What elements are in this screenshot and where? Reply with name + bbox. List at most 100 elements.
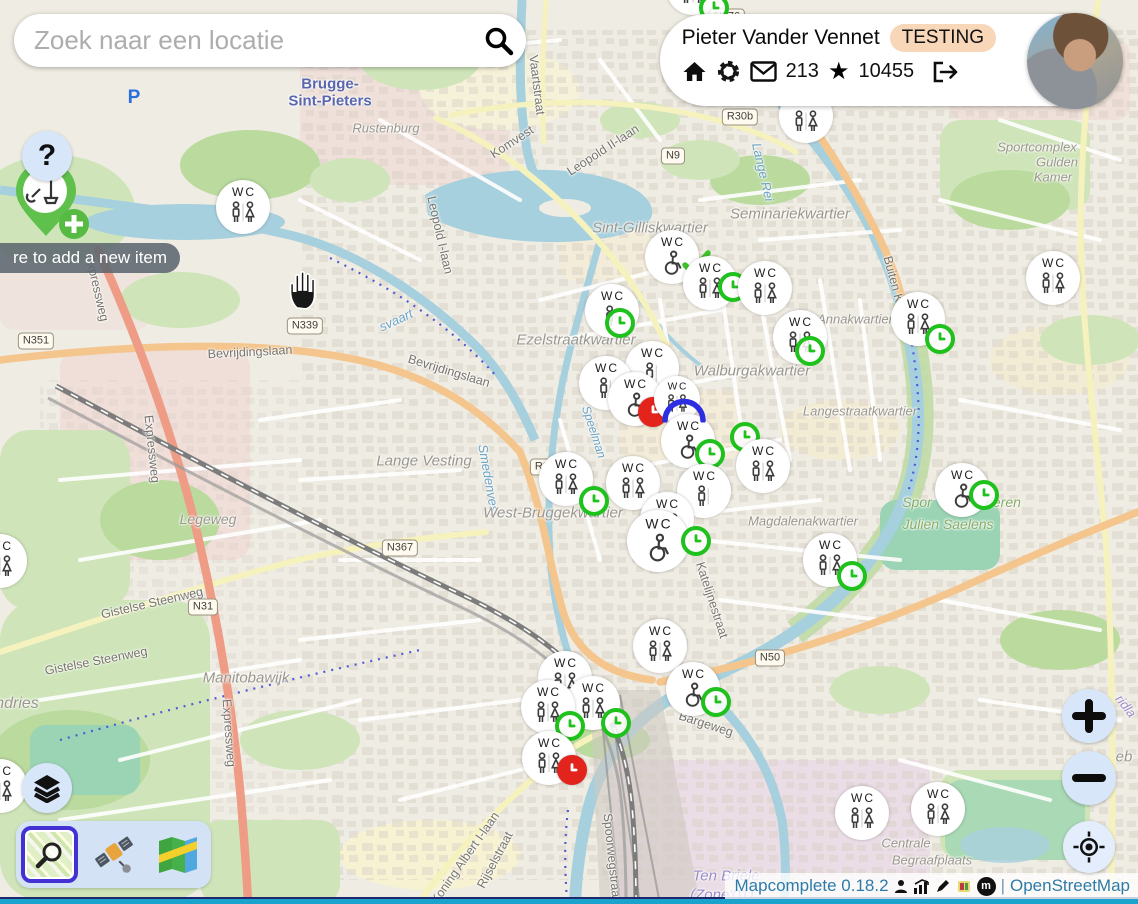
marker-circle: WC bbox=[738, 261, 792, 315]
satellite-icon bbox=[92, 833, 136, 877]
contributors-icon[interactable] bbox=[894, 879, 908, 894]
marker-wc-label: WC bbox=[949, 469, 975, 481]
wc-marker[interactable]: WC bbox=[683, 256, 737, 310]
mw-pictogram-icon bbox=[845, 806, 879, 835]
folded-map-icon bbox=[156, 835, 200, 875]
marker-circle: WC bbox=[835, 786, 889, 840]
m-pictogram-icon bbox=[595, 304, 629, 333]
wc-marker[interactable]: WC bbox=[666, 662, 720, 716]
marker-circle: WC bbox=[216, 180, 270, 234]
marker-wc-label: WC bbox=[817, 539, 843, 551]
wc-marker[interactable]: WC bbox=[773, 310, 827, 364]
marker-circle: WC bbox=[661, 414, 715, 468]
settings-button[interactable] bbox=[716, 59, 741, 84]
mw-pictogram-icon bbox=[813, 553, 847, 582]
wc-marker[interactable]: WC bbox=[0, 534, 27, 588]
home-button[interactable] bbox=[682, 60, 707, 84]
background-osm-button[interactable] bbox=[21, 826, 78, 883]
wc-marker[interactable]: WC bbox=[1026, 251, 1080, 305]
marker-circle: WC bbox=[522, 731, 576, 785]
version-number: 0.18.2 bbox=[841, 876, 888, 895]
wc-marker[interactable]: WC bbox=[736, 439, 790, 493]
marker-wc-label: WC bbox=[925, 788, 951, 800]
wc-marker[interactable]: WC bbox=[835, 786, 889, 840]
marker-circle: WC bbox=[1026, 251, 1080, 305]
marker-circle: WC bbox=[627, 510, 689, 572]
marker-wc-label: WC bbox=[691, 470, 717, 482]
help-button[interactable]: ? bbox=[22, 131, 72, 181]
marker-wc-label: WC bbox=[752, 267, 778, 279]
map-view[interactable]: Brugge-Sint-PietersRustenburgPVaartstraa… bbox=[0, 0, 1138, 904]
background-map-button[interactable] bbox=[149, 826, 206, 883]
star-count: 10455 bbox=[858, 60, 914, 83]
background-satellite-button[interactable] bbox=[85, 826, 142, 883]
wc-marker[interactable]: WC bbox=[539, 452, 593, 506]
mw-pictogram-icon bbox=[789, 109, 823, 138]
marker-circle: WC bbox=[891, 292, 945, 346]
marker-wc-label: WC bbox=[647, 625, 673, 637]
wc-marker[interactable]: WC bbox=[911, 782, 965, 836]
marker-circle: WC bbox=[666, 0, 720, 15]
wc-marker[interactable]: WC bbox=[935, 463, 989, 517]
marker-circle: WC bbox=[935, 463, 989, 517]
search-button[interactable] bbox=[472, 24, 526, 58]
marker-wc-label: WC bbox=[654, 498, 680, 510]
marker-circle: WC bbox=[803, 533, 857, 587]
add-item-tooltip: re to add a new item bbox=[0, 243, 180, 273]
openstreetmap-link[interactable]: OpenStreetMap bbox=[1010, 876, 1130, 896]
wc-marker[interactable]: WC bbox=[661, 414, 715, 468]
mw-pictogram-icon bbox=[549, 472, 583, 501]
wc-marker[interactable]: WC bbox=[216, 180, 270, 234]
marker-wc-label: WC bbox=[552, 657, 578, 669]
mw-pictogram-icon bbox=[783, 330, 817, 359]
user-name[interactable]: Pieter Vander Vennet bbox=[682, 26, 880, 50]
wheel-pictogram-icon bbox=[641, 533, 676, 569]
home-icon bbox=[682, 60, 707, 84]
changesets-button[interactable]: ★ bbox=[828, 61, 850, 83]
wc-marker[interactable]: WC bbox=[627, 510, 689, 572]
wc-marker[interactable]: WC bbox=[738, 261, 792, 315]
wc-marker[interactable]: WC bbox=[803, 533, 857, 587]
wc-marker[interactable]: WC bbox=[521, 680, 575, 734]
edit-pencil-icon[interactable] bbox=[935, 878, 951, 894]
statistics-icon[interactable] bbox=[913, 879, 930, 894]
mapcomplete-link[interactable]: Mapcomplete 0.18.2 bbox=[735, 876, 889, 896]
user-avatar[interactable] bbox=[1027, 13, 1123, 109]
mw-pictogram-icon bbox=[0, 554, 17, 583]
marker-wc-label: WC bbox=[659, 236, 685, 248]
layer-selection-button[interactable] bbox=[22, 763, 72, 813]
mw-pictogram-icon bbox=[0, 779, 17, 808]
mastodon-icon[interactable]: m bbox=[977, 877, 996, 896]
messages-button[interactable] bbox=[750, 61, 777, 82]
logout-button[interactable] bbox=[931, 60, 959, 84]
marker-wc-label: WC bbox=[643, 517, 673, 531]
star-icon: ★ bbox=[828, 61, 850, 83]
marker-wc-label: WC bbox=[750, 445, 776, 457]
mail-icon bbox=[750, 61, 777, 82]
search-icon bbox=[483, 25, 515, 57]
wc-marker[interactable]: WC bbox=[891, 292, 945, 346]
marker-circle: WC bbox=[666, 662, 720, 716]
attribution-bar: Mapcomplete 0.18.2 m | OpenStreetMap bbox=[725, 873, 1138, 899]
crosshair-icon bbox=[1069, 826, 1109, 868]
geolocate-button[interactable] bbox=[1063, 821, 1115, 873]
mw-pictogram-icon bbox=[921, 802, 955, 831]
wheel-pictogram-icon bbox=[678, 682, 708, 713]
attribution-separator: | bbox=[1001, 876, 1005, 896]
marker-circle: WC bbox=[521, 680, 575, 734]
wc-marker[interactable]: WC bbox=[666, 0, 720, 15]
wc-marker[interactable]: WC bbox=[522, 731, 576, 785]
marker-wc-label: WC bbox=[599, 290, 625, 302]
marker-wc-label: WC bbox=[675, 420, 701, 432]
zoom-out-button[interactable] bbox=[1062, 751, 1116, 805]
marker-circle: WC bbox=[773, 310, 827, 364]
zoom-in-button[interactable] bbox=[1062, 689, 1116, 743]
marker-wc-label: WC bbox=[0, 540, 13, 552]
mw-pictogram-icon bbox=[748, 281, 782, 310]
search-bar[interactable] bbox=[14, 14, 526, 67]
marker-wc-label: WC bbox=[622, 378, 648, 390]
wc-marker[interactable]: WC bbox=[585, 284, 639, 338]
marker-circle: WC bbox=[683, 256, 737, 310]
marker-wc-label: WC bbox=[787, 316, 813, 328]
search-input[interactable] bbox=[14, 25, 472, 56]
